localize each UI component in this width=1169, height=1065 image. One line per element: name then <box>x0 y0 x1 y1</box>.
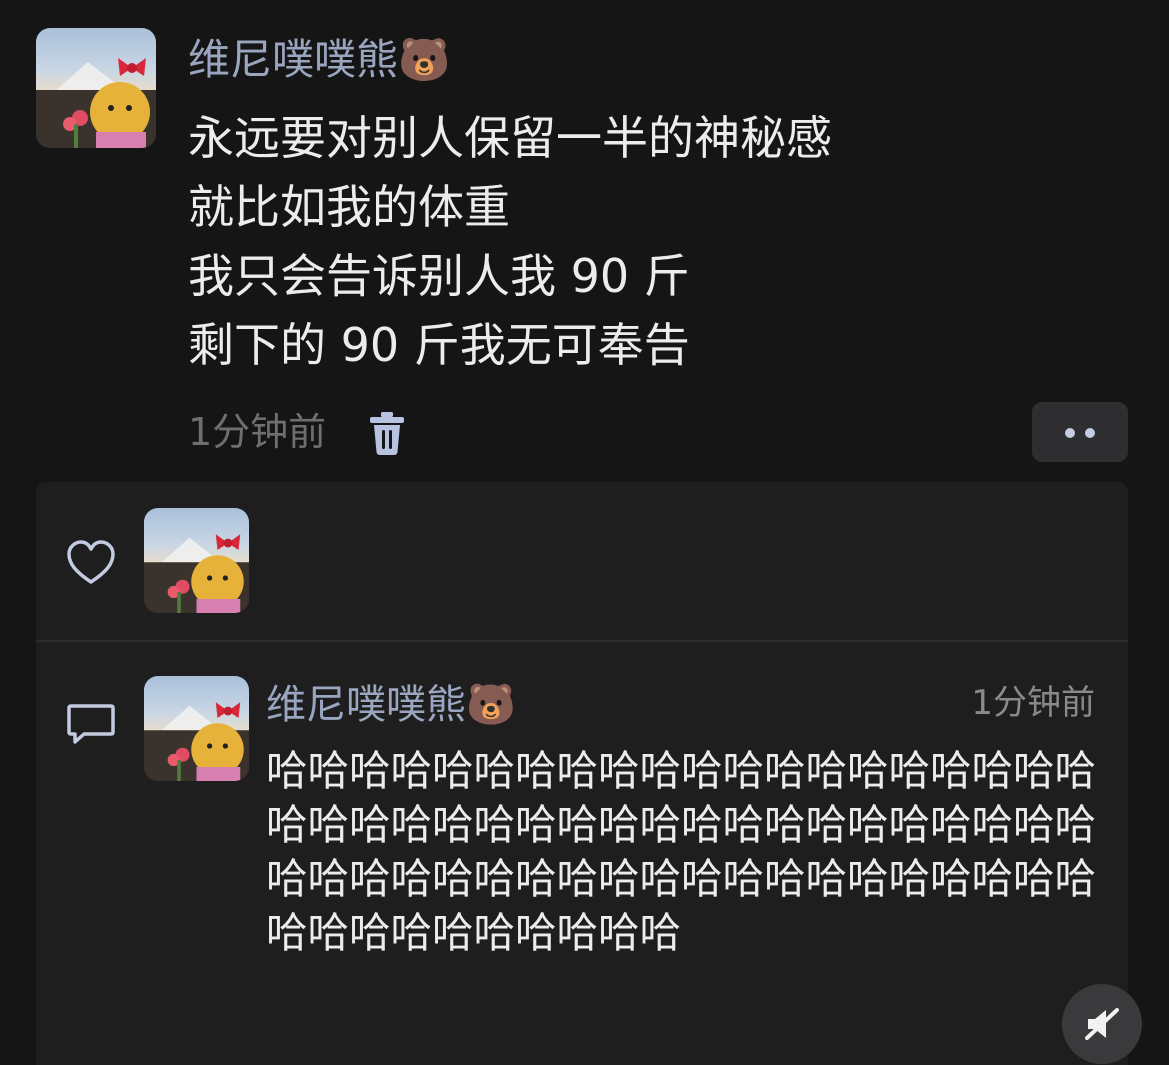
avatar-image <box>144 534 249 613</box>
post-body: 永远要对别人保留一半的神秘感 就比如我的体重 我只会告诉别人我 90 斤 剩下的… <box>188 104 1088 380</box>
commenter-avatar[interactable] <box>144 676 249 781</box>
post-line: 永远要对别人保留一半的神秘感 <box>188 111 832 165</box>
comment-text[interactable]: 哈哈哈哈哈哈哈哈哈哈哈哈哈哈哈哈哈哈哈哈哈哈哈哈哈哈哈哈哈哈哈哈哈哈哈哈哈哈哈哈… <box>266 744 1096 960</box>
post-author-avatar[interactable] <box>36 28 156 148</box>
mute-button[interactable] <box>1062 984 1142 1064</box>
comment-icon[interactable] <box>66 702 116 748</box>
mute-icon <box>1085 1008 1119 1040</box>
post-line: 我只会告诉别人我 90 斤 <box>188 249 690 303</box>
heart-icon[interactable] <box>66 540 116 586</box>
comment-timestamp: 1分钟前 <box>971 683 1095 723</box>
post-line: 就比如我的体重 <box>188 180 510 234</box>
avatar-image <box>36 58 156 148</box>
post-author-name[interactable]: 维尼噗噗熊🐻 <box>188 30 450 90</box>
more-dots-icon <box>1085 428 1095 438</box>
panel-divider <box>36 640 1128 642</box>
comment-author-name[interactable]: 维尼噗噗熊🐻 <box>266 676 516 734</box>
post-timestamp: 1分钟前 <box>188 410 327 454</box>
avatar-image <box>144 702 249 781</box>
more-dots-icon <box>1065 428 1075 438</box>
trash-icon[interactable] <box>368 410 406 456</box>
post-line: 剩下的 90 斤我无可奉告 <box>188 318 690 372</box>
liker-avatar[interactable] <box>144 508 249 613</box>
more-options-button[interactable] <box>1032 402 1128 462</box>
